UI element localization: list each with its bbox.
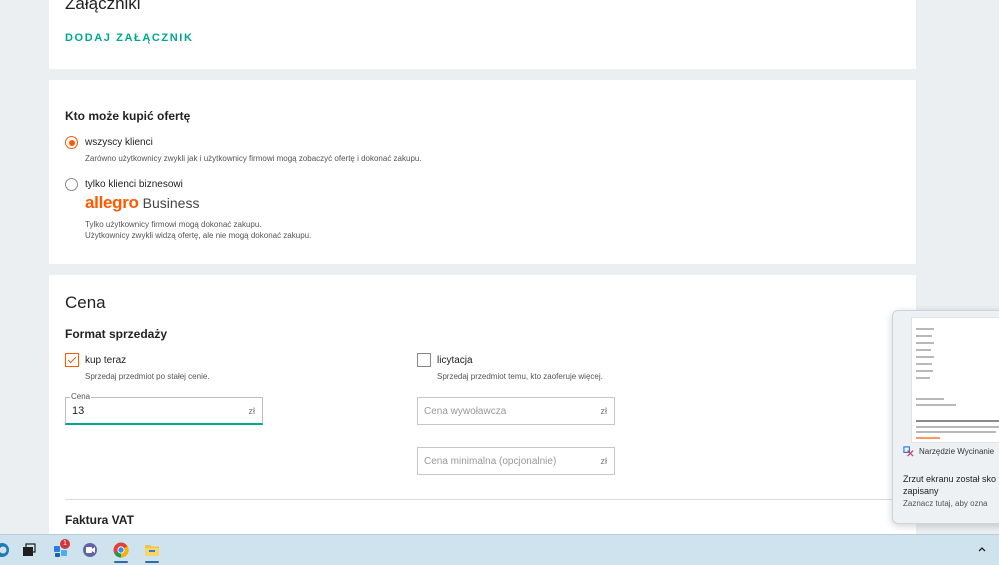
add-attachment-link[interactable]: DODAJ ZAŁĄCZNIK	[65, 32, 194, 44]
starting-price-unit: zł	[600, 406, 608, 416]
minimum-price-input[interactable]: Cena minimalna (opcjonalnie) zł	[417, 447, 615, 475]
buy-now-checkbox[interactable]	[65, 353, 79, 367]
notification-title: Zrzut ekranu został sko zapisany	[903, 473, 996, 497]
file-explorer-icon[interactable]	[144, 542, 160, 558]
attachments-title: Załączniki	[65, 0, 141, 13]
all-customers-desc: Zarówno użytkownicy zwykli jak i użytkow…	[85, 154, 422, 163]
all-customers-label[interactable]: wszyscy klienci	[85, 137, 153, 148]
chrome-icon[interactable]	[113, 542, 129, 558]
price-input-unit: zł	[248, 406, 256, 416]
price-card: Cena Format sprzedaży kup teraz Sprzedaj…	[49, 275, 917, 535]
notification-title-line2: zapisany	[903, 486, 939, 496]
section-divider	[65, 499, 917, 500]
minimum-price-unit: zł	[600, 456, 608, 466]
business-desc-line2: Użytkownicy zwykli widzą ofertę, ale nie…	[85, 231, 312, 240]
business-wordmark: Business	[142, 195, 200, 211]
notification-badge: 1	[60, 539, 70, 549]
auction-checkbox[interactable]	[417, 353, 431, 367]
sale-format-heading: Format sprzedaży	[65, 327, 168, 341]
allegro-business-logo: allegro Business	[85, 194, 199, 212]
price-input-legend: Cena	[70, 392, 92, 401]
notification-app-name: Narzędzie Wycinanie	[919, 447, 995, 456]
auction-desc: Sprzedaj przedmiot temu, kto zaoferuje w…	[437, 372, 603, 381]
snipping-tool-icon	[903, 446, 914, 457]
chevron-up-icon[interactable]	[977, 544, 987, 554]
business-desc-line1: Tylko użytkownicy firmowi mogą dokonać z…	[85, 220, 262, 229]
buyers-heading: Kto może kupić ofertę	[65, 109, 191, 123]
business-customers-label[interactable]: tylko klienci biznesowi	[85, 179, 183, 190]
radio-business-customers[interactable]	[65, 178, 78, 191]
chrome-active-indicator	[114, 561, 128, 563]
starting-price-input[interactable]: Cena wywoławcza zł	[417, 397, 615, 425]
allegro-wordmark: allegro	[85, 193, 139, 212]
buy-now-desc: Sprzedaj przedmiot po stałej cenie.	[85, 372, 210, 381]
price-input[interactable]: Cena 13 zł	[65, 392, 263, 425]
screenshot-thumbnail[interactable]	[911, 317, 999, 443]
buyers-card: Kto może kupić ofertę wszyscy klienci Za…	[49, 80, 916, 264]
task-view-icon[interactable]	[21, 542, 37, 558]
attachments-card: Załączniki DODAJ ZAŁĄCZNIK	[49, 0, 916, 69]
auction-label[interactable]: licytacja	[437, 355, 473, 366]
taskbar: 1	[0, 534, 999, 565]
price-input-value[interactable]: 13	[72, 405, 84, 417]
radio-all-customers[interactable]	[65, 136, 78, 149]
vat-heading: Faktura VAT	[65, 513, 134, 527]
explorer-active-indicator	[145, 561, 159, 563]
price-title: Cena	[65, 293, 106, 312]
buy-now-label[interactable]: kup teraz	[85, 355, 126, 366]
notification-title-line1: Zrzut ekranu został sko	[903, 474, 997, 484]
chat-icon[interactable]	[82, 542, 98, 558]
screenshot-notification[interactable]: Narzędzie Wycinanie Zrzut ekranu został …	[892, 310, 999, 524]
notification-subtitle: Zaznacz tutaj, aby ozna	[903, 499, 988, 508]
minimum-price-placeholder: Cena minimalna (opcjonalnie)	[424, 456, 557, 467]
edge-icon[interactable]	[0, 542, 10, 558]
starting-price-placeholder: Cena wywoławcza	[424, 406, 507, 417]
